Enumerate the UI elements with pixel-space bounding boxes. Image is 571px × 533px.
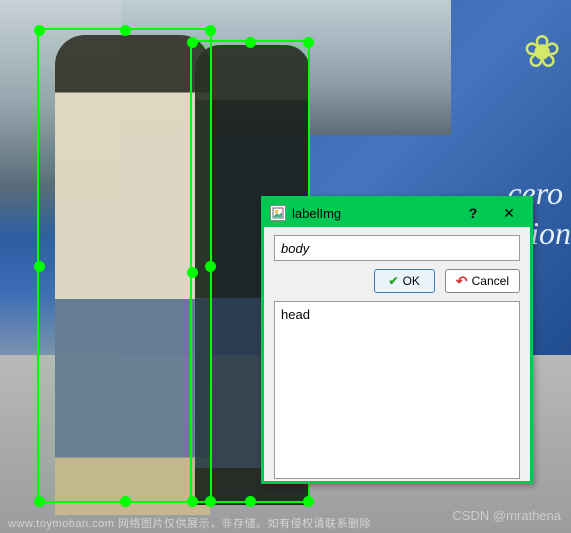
resize-handle-s[interactable] — [120, 496, 131, 507]
resize-handle-nw[interactable] — [34, 25, 45, 36]
resize-handle-w[interactable] — [34, 261, 45, 272]
resize-handle-se[interactable] — [303, 496, 314, 507]
watermark-author: CSDN @mrathena — [452, 508, 561, 523]
resize-handle-n[interactable] — [120, 25, 131, 36]
label-dialog: labelImg ? ✕ ✔ OK ↶ Cancel head — [261, 196, 533, 484]
resize-handle-sw[interactable] — [34, 496, 45, 507]
resize-handle-s[interactable] — [245, 496, 256, 507]
watermark-source: www.toymoban.com 网络图片仅供展示，非存储。如有侵权请联系删除 — [8, 515, 371, 531]
check-icon: ✔ — [389, 274, 399, 288]
resize-handle-ne[interactable] — [205, 25, 216, 36]
ok-label: OK — [403, 274, 420, 288]
bounding-box-1[interactable] — [37, 28, 212, 503]
dialog-titlebar[interactable]: labelImg ? ✕ — [264, 199, 530, 227]
help-button[interactable]: ? — [458, 202, 488, 224]
cancel-label: Cancel — [472, 274, 509, 288]
list-item[interactable]: head — [281, 306, 513, 323]
undo-icon: ↶ — [456, 273, 468, 290]
close-button[interactable]: ✕ — [494, 202, 524, 224]
cancel-button[interactable]: ↶ Cancel — [445, 269, 520, 293]
app-icon — [270, 205, 286, 221]
resize-handle-nw[interactable] — [187, 37, 198, 48]
resize-handle-n[interactable] — [245, 37, 256, 48]
dialog-title: labelImg — [292, 206, 452, 221]
resize-handle-w[interactable] — [187, 267, 198, 278]
label-list[interactable]: head — [274, 301, 520, 479]
ok-button[interactable]: ✔ OK — [374, 269, 435, 293]
dialog-body: ✔ OK ↶ Cancel head — [264, 227, 530, 487]
flower-decoration: ❀ — [523, 25, 561, 78]
button-row: ✔ OK ↶ Cancel — [274, 269, 520, 293]
resize-handle-sw[interactable] — [187, 496, 198, 507]
label-input[interactable] — [274, 235, 520, 261]
resize-handle-ne[interactable] — [303, 37, 314, 48]
